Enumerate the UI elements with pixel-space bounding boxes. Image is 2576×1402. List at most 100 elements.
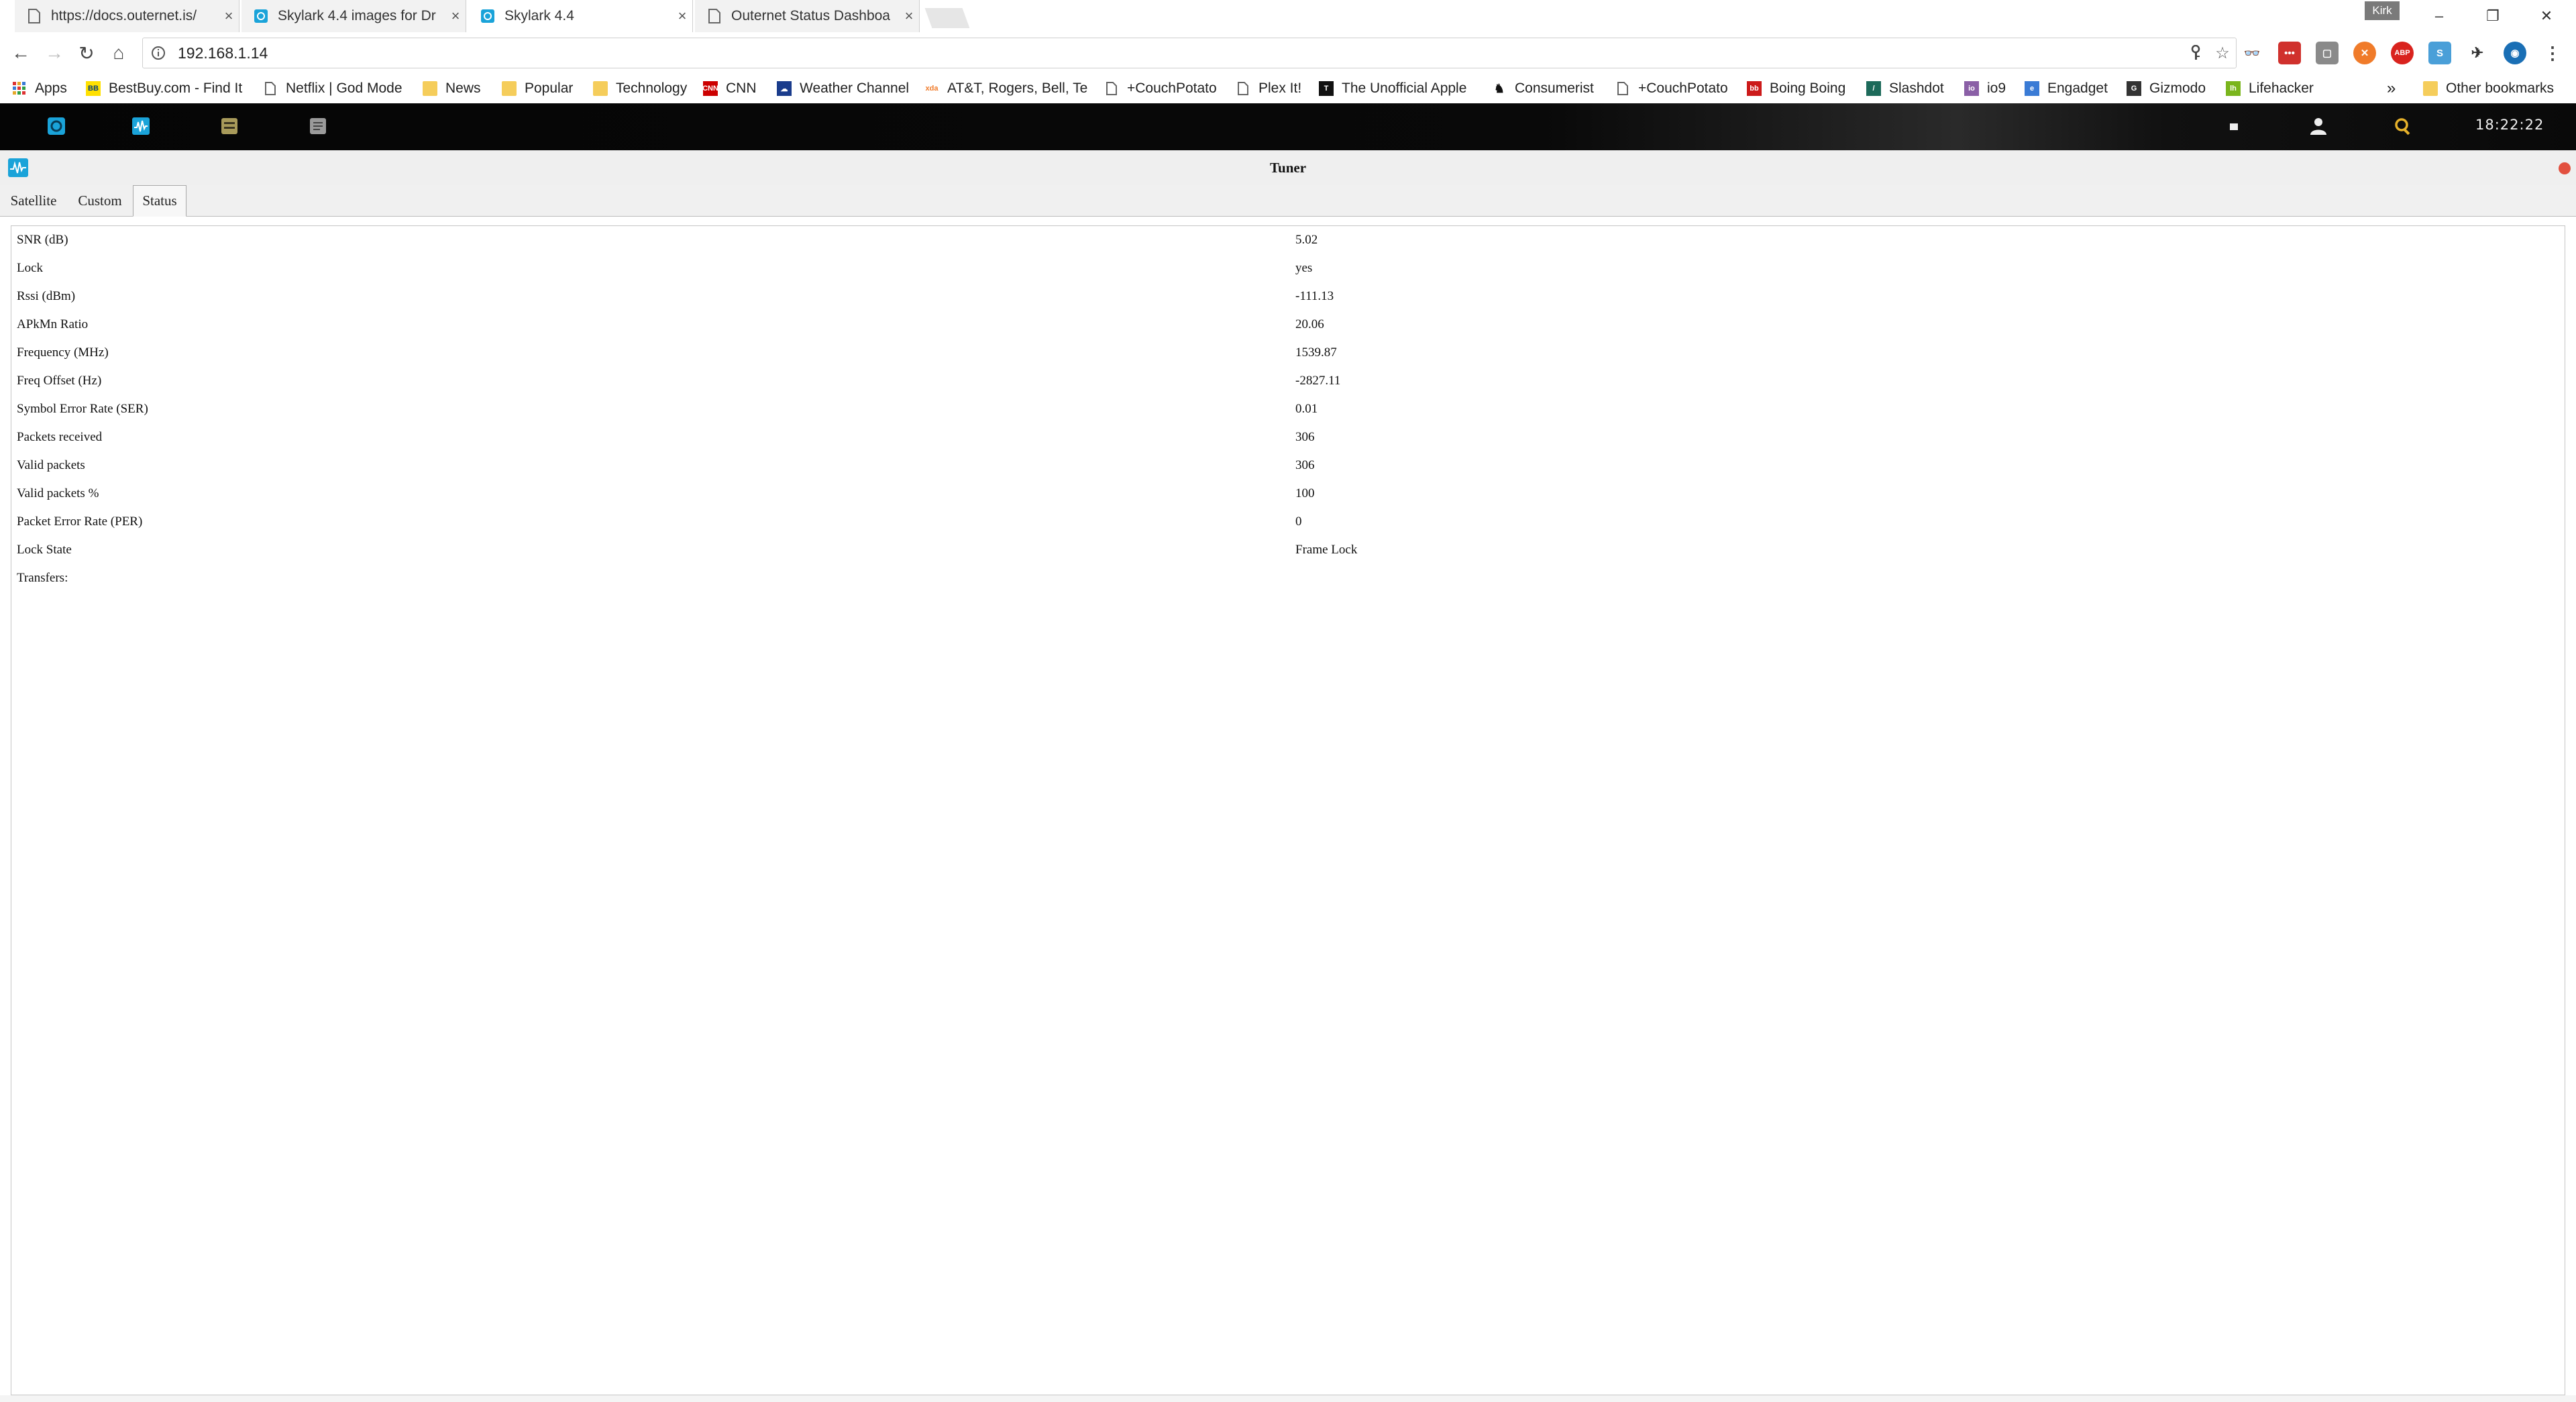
user-icon[interactable] — [2309, 117, 2328, 136]
other-bookmarks[interactable]: Other bookmarks — [2423, 74, 2554, 103]
bookmark-unofficial-apple[interactable]: T The Unofficial Apple — [1319, 74, 1466, 103]
status-value: yes — [1295, 261, 1313, 275]
minimize-icon[interactable]: – — [2419, 5, 2459, 27]
io9-icon: io — [1964, 81, 1979, 96]
star-icon[interactable]: ☆ — [2209, 40, 2236, 66]
tab-title: Outernet Status Dashboa — [731, 8, 890, 23]
folder-icon — [502, 81, 517, 96]
status-value — [1295, 564, 2553, 592]
bookmark-popular[interactable]: Popular — [502, 74, 573, 103]
new-tab-button[interactable] — [924, 8, 970, 28]
close-icon[interactable]: × — [672, 7, 692, 25]
bookmark-couchpotato-2[interactable]: +CouchPotato — [1615, 74, 1728, 103]
bookmark-consumerist[interactable]: ♞ Consumerist — [1492, 74, 1594, 103]
bookmark-io9[interactable]: io io9 — [1964, 74, 2006, 103]
browser-tab-docs[interactable]: https://docs.outernet.is/ × — [15, 0, 239, 32]
forward-icon[interactable]: → — [42, 40, 67, 66]
status-row: Lock yes — [17, 254, 2553, 282]
key-icon[interactable] — [2182, 40, 2209, 66]
bookmark-label: Plex It! — [1258, 80, 1302, 96]
info-icon[interactable] — [151, 46, 166, 60]
bookmark-label: io9 — [1987, 80, 2006, 96]
extension-icon[interactable]: ✈ — [2466, 42, 2489, 64]
bookmark-apps[interactable]: Apps — [12, 74, 67, 103]
browser-toolbar: ← → ↻ ⌂ 192.168.1.14 ☆ 👓 ••• ▢ ✕ ABP S ✈… — [0, 32, 2576, 74]
lastpass-icon[interactable]: ••• — [2278, 42, 2301, 64]
search-icon[interactable] — [2394, 117, 2412, 136]
bookmark-lifehacker[interactable]: lh Lifehacker — [2226, 74, 2314, 103]
bookmark-label: Technology — [616, 80, 688, 96]
reload-icon[interactable]: ↻ — [74, 40, 99, 66]
bookmark-engadget[interactable]: e Engadget — [2025, 74, 2108, 103]
page-icon — [1104, 81, 1119, 96]
boingboing-icon: bb — [1747, 81, 1762, 96]
bookmark-plex-it[interactable]: Plex It! — [1236, 74, 1301, 103]
adblock-icon[interactable]: ABP — [2391, 42, 2414, 64]
browser-tab-outernet-dashboard[interactable]: Outernet Status Dashboa × — [695, 0, 920, 32]
bookmark-technology[interactable]: Technology — [593, 74, 687, 103]
menu-icon[interactable]: ⋮ — [2541, 42, 2564, 64]
bookmark-netflix[interactable]: Netflix | God Mode — [263, 74, 402, 103]
glasses-icon[interactable]: 👓 — [2241, 42, 2263, 64]
ublock-icon[interactable]: ✕ — [2353, 42, 2376, 64]
close-icon[interactable]: × — [219, 7, 239, 25]
status-table: SNR (dB) 5.02 Lock yes Rssi (dBm) -111.13 APkM… — [17, 226, 2553, 592]
bookmark-gizmodo[interactable]: G Gizmodo — [2127, 74, 2206, 103]
tuner-icon[interactable] — [131, 117, 150, 136]
close-icon[interactable]: × — [899, 7, 919, 25]
consumerist-icon: ♞ — [1492, 81, 1507, 96]
gizmodo-icon: G — [2127, 81, 2141, 96]
bookmark-bestbuy[interactable]: BB BestBuy.com - Find It — [86, 74, 242, 103]
bookmark-att-rogers[interactable]: xda AT&T, Rogers, Bell, Te — [924, 74, 1087, 103]
bookmark-slashdot[interactable]: / Slashdot — [1866, 74, 1944, 103]
circle-ext-icon[interactable]: ◉ — [2504, 42, 2526, 64]
browser-tab-skylark-images[interactable]: Skylark 4.4 images for Dr × — [241, 0, 466, 32]
bookmark-weather-channel[interactable]: ☁ Weather Channel — [777, 74, 909, 103]
browser-tab-skylark[interactable]: Skylark 4.4 × — [468, 0, 693, 32]
folder-icon — [2423, 81, 2438, 96]
tab-custom[interactable]: Custom — [70, 185, 130, 216]
status-value: 5.02 — [1295, 233, 1318, 247]
bookmark-label: CNN — [726, 80, 757, 96]
save-icon[interactable]: S — [2428, 42, 2451, 64]
bookmark-label: Boing Boing — [1770, 80, 1846, 96]
notes-icon[interactable] — [309, 117, 327, 136]
url-text[interactable]: 192.168.1.14 — [178, 44, 2182, 62]
wifi-icon[interactable] — [2224, 117, 2243, 136]
tuner-tab-bar: Satellite Custom Status — [0, 185, 2576, 217]
close-window-button[interactable] — [2559, 162, 2571, 174]
status-label: Rssi (dBm) — [17, 289, 76, 303]
status-row: Rssi (dBm) -111.13 — [17, 282, 2553, 311]
home-icon[interactable] — [47, 117, 66, 136]
status-value: -111.13 — [1295, 289, 1334, 303]
status-value: Frame Lock — [1295, 543, 1358, 557]
window-title: Tuner — [1269, 160, 1307, 176]
restore-icon[interactable]: ❐ — [2473, 5, 2513, 27]
close-window-icon[interactable]: ✕ — [2526, 5, 2567, 27]
status-label: Symbol Error Rate (SER) — [17, 402, 148, 416]
files-icon[interactable] — [220, 117, 239, 136]
status-label: Transfers: — [17, 571, 68, 585]
bookmark-cnn[interactable]: CNN CNN — [702, 74, 757, 103]
profile-chip[interactable]: Kirk — [2365, 1, 2400, 20]
tab-satellite[interactable]: Satellite — [3, 185, 64, 216]
tab-status[interactable]: Status — [133, 185, 186, 217]
status-label: Frequency (MHz) — [17, 345, 109, 360]
bookmark-boing-boing[interactable]: bb Boing Boing — [1747, 74, 1845, 103]
bookmark-label: AT&T, Rogers, Bell, Te — [947, 80, 1088, 96]
close-icon[interactable]: × — [445, 7, 466, 25]
address-bar[interactable]: 192.168.1.14 ☆ — [142, 38, 2237, 68]
home-button-icon[interactable]: ⌂ — [106, 40, 131, 66]
bookmark-couchpotato[interactable]: +CouchPotato — [1104, 74, 1217, 103]
bookmarks-overflow-button[interactable]: » — [2387, 74, 2396, 103]
bookmark-label: Apps — [35, 80, 67, 96]
clock: 18:22:22 — [2475, 117, 2544, 133]
apps-grid-icon — [12, 81, 27, 96]
tab-title: https://docs.outernet.is/ — [51, 8, 197, 23]
bookmark-news[interactable]: News — [423, 74, 481, 103]
browser-tab-strip: https://docs.outernet.is/ × Skylark 4.4 … — [0, 0, 2576, 33]
back-icon[interactable]: ← — [8, 40, 34, 66]
bookmark-label: The Unofficial Apple — [1342, 80, 1467, 96]
folder-icon — [593, 81, 608, 96]
pocket-icon[interactable]: ▢ — [2316, 42, 2339, 64]
